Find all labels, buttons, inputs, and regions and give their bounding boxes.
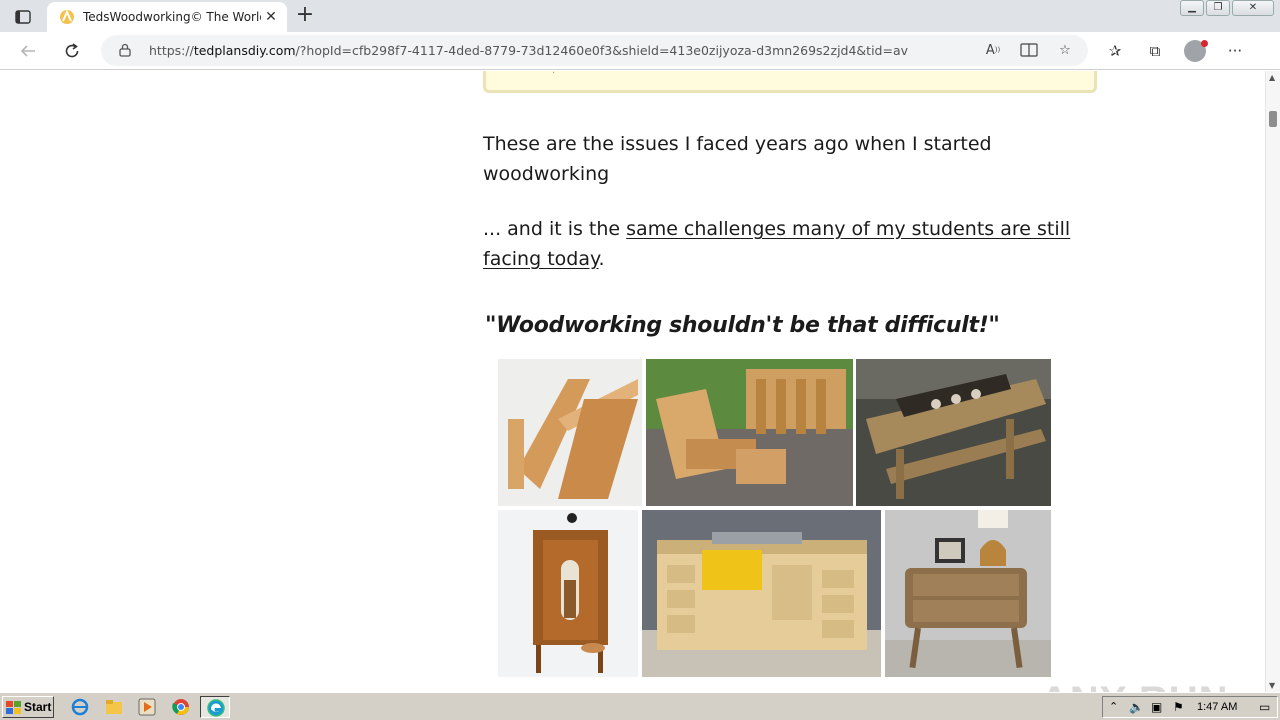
photo-picnic-table <box>856 359 1051 506</box>
site-favicon-icon <box>60 9 74 24</box>
screen: TedsWoodworking© The World's ✕ + ▁ ❐ ✕ h… <box>0 0 1280 720</box>
reload-icon <box>65 43 79 58</box>
callout-dot: . <box>552 71 555 76</box>
chrome-icon[interactable] <box>172 698 190 716</box>
scroll-down-icon[interactable]: ▼ <box>1269 681 1275 690</box>
url-scheme: https:// <box>149 43 194 58</box>
restore-button[interactable]: ❐ <box>1206 0 1230 16</box>
tab-actions-button[interactable] <box>10 6 36 28</box>
tab-strip: TedsWoodworking© The World's ✕ + ▁ ❐ ✕ <box>0 0 1280 32</box>
active-tab[interactable]: TedsWoodworking© The World's ✕ <box>47 2 287 32</box>
windows-logo-icon <box>6 700 21 714</box>
address-bar[interactable]: https://tedplansdiy.com/?hopId=cfb298f7-… <box>101 35 1088 66</box>
file-explorer-icon[interactable] <box>105 698 123 716</box>
favorites-icon[interactable]: ✰ <box>1104 40 1126 62</box>
vertical-scrollbar[interactable]: ▲ ▼ <box>1265 71 1280 692</box>
edge-icon <box>207 699 225 717</box>
close-window-button[interactable]: ✕ <box>1232 0 1274 16</box>
browser-toolbar: https://tedplansdiy.com/?hopId=cfb298f7-… <box>0 32 1280 70</box>
internet-explorer-icon[interactable] <box>71 698 89 716</box>
start-button[interactable]: Start <box>2 696 54 718</box>
back-button[interactable] <box>16 40 40 62</box>
photo-table-saw-workbench <box>642 510 881 677</box>
url-text[interactable]: https://tedplansdiy.com/?hopId=cfb298f7-… <box>149 43 908 58</box>
volume-icon[interactable]: 🔈 <box>1129 700 1144 714</box>
challenges-prefix: ... and it is the <box>483 218 627 240</box>
photo-nightstand <box>885 510 1051 677</box>
media-player-icon[interactable] <box>138 698 156 716</box>
browser-tools: ✰ ⧉ ··· <box>1104 40 1246 62</box>
collections-icon[interactable]: ⧉ <box>1144 40 1166 62</box>
reload-button[interactable] <box>60 40 84 62</box>
challenges-paragraph: ... and it is the same challenges many o… <box>483 214 1103 274</box>
clock[interactable]: 1:47 AM <box>1197 701 1237 713</box>
system-tray: ⌃ 🔈 ▣ ⚑ 1:47 AM ▭ <box>1102 696 1278 718</box>
photo-modern-chair <box>498 359 642 506</box>
tab-title: TedsWoodworking© The World's <box>83 10 261 24</box>
tab-close-icon[interactable]: ✕ <box>263 9 279 25</box>
address-bar-actions: A)) ☆ <box>982 41 1076 59</box>
challenges-suffix: . <box>598 248 605 270</box>
lock-icon[interactable] <box>119 43 131 57</box>
tab-actions-icon <box>15 10 31 24</box>
photo-adirondack-chairs <box>646 359 853 506</box>
headline: "Woodworking shouldn't be that difficult… <box>485 313 1000 338</box>
read-aloud-icon[interactable]: A)) <box>982 41 1004 59</box>
page-viewport: . These are the issues I faced years ago… <box>0 71 1265 692</box>
profile-button[interactable] <box>1184 40 1208 62</box>
minimize-button[interactable]: ▁ <box>1180 0 1204 16</box>
action-center-flag-icon[interactable]: ⚑ <box>1173 700 1184 714</box>
start-label: Start <box>24 700 52 714</box>
window-controls: ▁ ❐ ✕ <box>1178 0 1274 16</box>
network-icon[interactable]: ▣ <box>1151 700 1162 714</box>
back-arrow-icon <box>20 45 35 57</box>
show-desktop-icon[interactable]: ▭ <box>1259 700 1270 714</box>
scroll-up-icon[interactable]: ▲ <box>1269 73 1275 82</box>
show-hidden-icons-icon[interactable]: ⌃ <box>1109 700 1118 713</box>
highlight-box: . <box>483 71 1097 93</box>
immersive-reader-icon[interactable] <box>1018 41 1040 59</box>
add-favorite-icon[interactable]: ☆ <box>1054 41 1076 59</box>
url-domain: tedplansdiy.com <box>193 43 296 58</box>
edge-taskbar-button[interactable] <box>200 696 230 718</box>
anyrun-watermark: ANY RUN <box>1040 679 1229 692</box>
photo-wooden-dispenser <box>498 510 638 677</box>
taskbar: Start ⌃ 🔈 ▣ ⚑ 1:47 AM ▭ <box>0 692 1280 720</box>
url-path: /?hopId=cfb298f7-4117-4ded-8779-73d12460… <box>295 43 909 58</box>
issues-paragraph: These are the issues I faced years ago w… <box>483 133 992 185</box>
scrollbar-thumb[interactable] <box>1269 111 1277 127</box>
avatar <box>1184 40 1208 62</box>
new-tab-button[interactable]: + <box>294 4 316 27</box>
more-menu-icon[interactable]: ··· <box>1224 40 1246 62</box>
